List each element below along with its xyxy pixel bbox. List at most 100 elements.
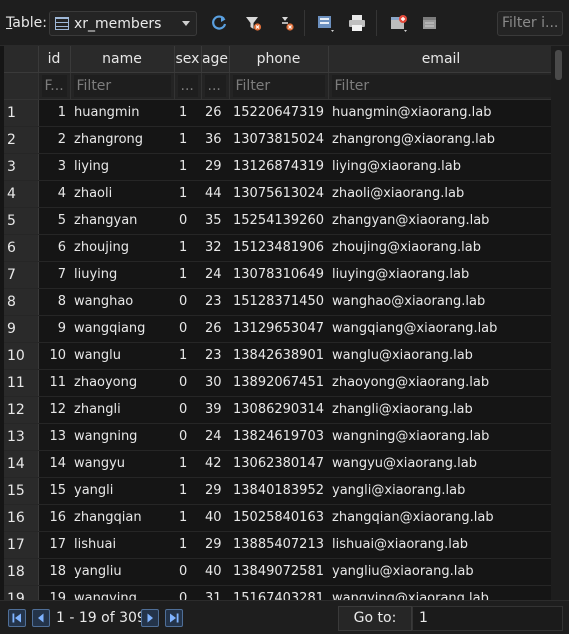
cell-age[interactable]: 29 <box>201 153 229 181</box>
cell-email[interactable]: lishuai@xiaorang.lab <box>328 531 554 559</box>
table-row[interactable]: 2 2 zhangrong 1 36 13073815024 zhangrong@xiaor… <box>4 126 554 154</box>
cell-email[interactable]: huangmin@xiaorang.lab <box>328 99 554 127</box>
cell-name[interactable]: yangli <box>70 477 174 505</box>
cell-age[interactable]: 30 <box>201 369 229 397</box>
cell-id[interactable]: 18 <box>38 558 70 586</box>
row-number[interactable]: 14 <box>4 450 39 478</box>
cell-id[interactable]: 17 <box>38 531 70 559</box>
cell-phone[interactable]: 15025840163 <box>229 504 328 532</box>
delete-record-button[interactable] <box>420 12 442 34</box>
cell-sex[interactable]: 0 <box>174 369 201 397</box>
column-header-email[interactable]: email <box>328 46 555 73</box>
cell-sex[interactable]: 1 <box>174 126 201 154</box>
cell-id[interactable]: 8 <box>38 288 70 316</box>
clear-filters-button[interactable] <box>242 12 264 34</box>
filter-in-all-columns-input[interactable]: Filter i... <box>497 11 563 36</box>
table-row[interactable]: 8 8 wanghao 0 23 15128371450 wanghao@xiaorang.… <box>4 288 554 316</box>
scrollbar-thumb[interactable] <box>555 50 562 80</box>
filter-phone-input[interactable]: Filter <box>229 72 329 100</box>
row-number[interactable]: 12 <box>4 396 39 424</box>
table-row[interactable]: 6 6 zhoujing 1 32 15123481906 zhoujing@xiaoran… <box>4 234 554 262</box>
cell-id[interactable]: 12 <box>38 396 70 424</box>
row-number[interactable]: 6 <box>4 234 39 262</box>
cell-phone[interactable]: 13075613024 <box>229 180 328 208</box>
cell-id[interactable]: 5 <box>38 207 70 235</box>
cell-phone[interactable]: 13073815024 <box>229 126 328 154</box>
cell-age[interactable]: 44 <box>201 180 229 208</box>
table-row[interactable]: 18 18 yangliu 0 40 13849072581 yangliu@xiaoran… <box>4 558 554 586</box>
next-page-button[interactable] <box>141 609 159 627</box>
table-row[interactable]: 16 16 zhangqian 1 40 15025840163 zhangqian@xia… <box>4 504 554 532</box>
cell-email[interactable]: zhoujing@xiaorang.lab <box>328 234 554 262</box>
save-table-button[interactable] <box>315 12 337 34</box>
cell-id[interactable]: 9 <box>38 315 70 343</box>
cell-id[interactable]: 11 <box>38 369 70 397</box>
cell-email[interactable]: zhangli@xiaorang.lab <box>328 396 554 424</box>
row-number[interactable]: 10 <box>4 342 39 370</box>
first-page-button[interactable] <box>8 609 26 627</box>
cell-age[interactable]: 24 <box>201 261 229 289</box>
cell-age[interactable]: 39 <box>201 396 229 424</box>
cell-sex[interactable]: 0 <box>174 558 201 586</box>
cell-email[interactable]: liying@xiaorang.lab <box>328 153 554 181</box>
cell-email[interactable]: wangqiang@xiaorang.lab <box>328 315 554 343</box>
column-header-age[interactable]: age <box>201 46 230 73</box>
cell-email[interactable]: yangli@xiaorang.lab <box>328 477 554 505</box>
cell-phone[interactable]: 15254139260 <box>229 207 328 235</box>
cell-id[interactable]: 1 <box>38 99 70 127</box>
table-row[interactable]: 19 19 wangying 0 31 15167403281 wangying@xiaor… <box>4 585 554 600</box>
cell-id[interactable]: 6 <box>38 234 70 262</box>
cell-phone[interactable]: 13885407213 <box>229 531 328 559</box>
table-row[interactable]: 13 13 wangning 0 24 13824619703 wangning@xiaor… <box>4 423 554 451</box>
row-number[interactable]: 16 <box>4 504 39 532</box>
column-header-phone[interactable]: phone <box>229 46 329 73</box>
cell-name[interactable]: lishuai <box>70 531 174 559</box>
refresh-button[interactable] <box>208 12 230 34</box>
column-header-name[interactable]: name <box>70 46 175 73</box>
table-row[interactable]: 4 4 zhaoli 1 44 13075613024 zhaoli@xiaorang.la… <box>4 180 554 208</box>
cell-phone[interactable]: 15220647319 <box>229 99 328 127</box>
cell-sex[interactable]: 1 <box>174 531 201 559</box>
cell-id[interactable]: 4 <box>38 180 70 208</box>
row-number[interactable]: 3 <box>4 153 39 181</box>
cell-age[interactable]: 36 <box>201 126 229 154</box>
cell-email[interactable]: wangning@xiaorang.lab <box>328 423 554 451</box>
table-row[interactable]: 10 10 wanglu 1 23 13842638901 wanglu@xiaorang.… <box>4 342 554 370</box>
row-number[interactable]: 11 <box>4 369 39 397</box>
vertical-scrollbar[interactable] <box>551 46 569 600</box>
cell-id[interactable]: 19 <box>38 585 70 600</box>
cell-age[interactable]: 32 <box>201 234 229 262</box>
cell-id[interactable]: 13 <box>38 423 70 451</box>
cell-name[interactable]: zhaoyong <box>70 369 174 397</box>
cell-id[interactable]: 15 <box>38 477 70 505</box>
table-row[interactable]: 15 15 yangli 1 29 13840183952 yangli@xiaorang.… <box>4 477 554 505</box>
row-number[interactable]: 13 <box>4 423 39 451</box>
table-selector[interactable]: xr_members <box>49 11 197 36</box>
filter-name-input[interactable]: Filter <box>70 72 175 100</box>
cell-name[interactable]: zhangli <box>70 396 174 424</box>
cell-phone[interactable]: 13126874319 <box>229 153 328 181</box>
cell-name[interactable]: wanglu <box>70 342 174 370</box>
cell-sex[interactable]: 1 <box>174 342 201 370</box>
cell-email[interactable]: wanghao@xiaorang.lab <box>328 288 554 316</box>
cell-sex[interactable]: 1 <box>174 504 201 532</box>
last-page-button[interactable] <box>165 609 183 627</box>
cell-name[interactable]: liuying <box>70 261 174 289</box>
cell-email[interactable]: wanglu@xiaorang.lab <box>328 342 554 370</box>
row-number[interactable]: 15 <box>4 477 39 505</box>
cell-phone[interactable]: 13892067451 <box>229 369 328 397</box>
table-row[interactable]: 9 9 wangqiang 0 26 13129653047 wangqiang@xiaor… <box>4 315 554 343</box>
filter-email-input[interactable]: Filter <box>328 72 555 100</box>
row-number[interactable]: 2 <box>4 126 39 154</box>
filter-sex-input[interactable]: ... <box>174 72 202 100</box>
cell-name[interactable]: wangying <box>70 585 174 600</box>
cell-phone[interactable]: 13078310649 <box>229 261 328 289</box>
cell-email[interactable]: zhangyan@xiaorang.lab <box>328 207 554 235</box>
cell-name[interactable]: zhangyan <box>70 207 174 235</box>
filter-age-input[interactable]: ... <box>201 72 230 100</box>
cell-email[interactable]: wangyu@xiaorang.lab <box>328 450 554 478</box>
cell-name[interactable]: wangyu <box>70 450 174 478</box>
column-header-sex[interactable]: sex <box>174 46 202 73</box>
cell-email[interactable]: zhangqian@xiaorang.lab <box>328 504 554 532</box>
cell-id[interactable]: 14 <box>38 450 70 478</box>
